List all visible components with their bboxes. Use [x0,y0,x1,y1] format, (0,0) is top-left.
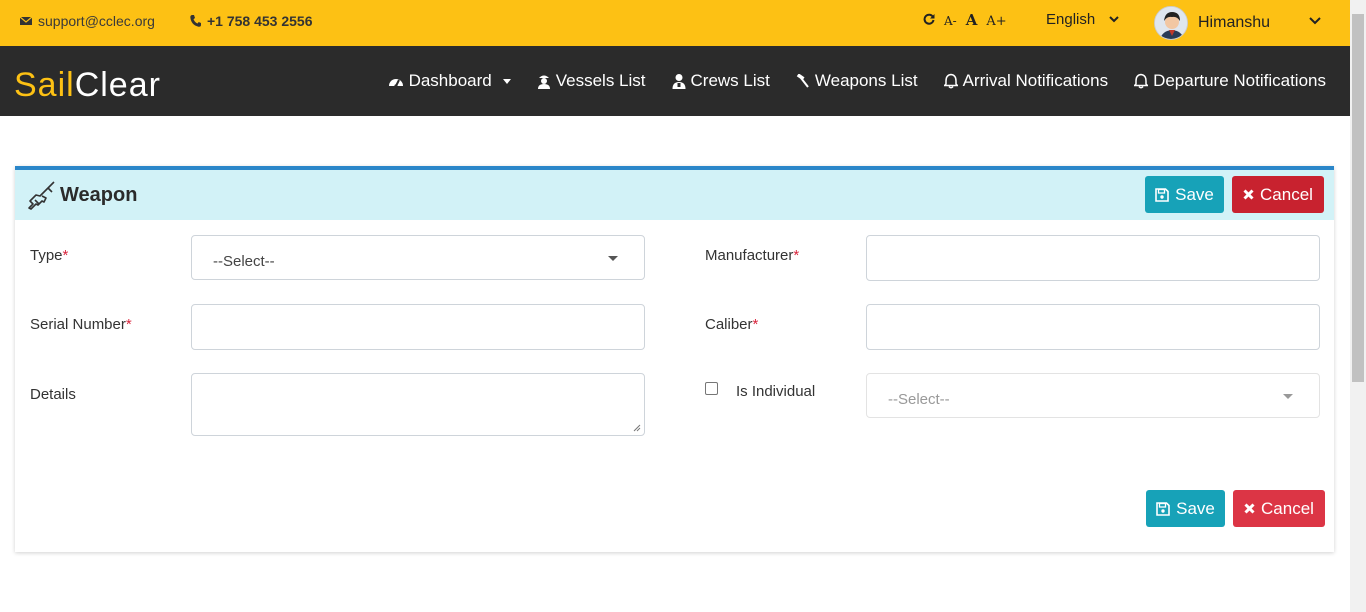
support-phone-link[interactable]: +1 758 453 2556 [190,13,313,29]
nav-menu: Dashboard Vessels List Crews List Weapon… [388,46,1326,116]
captain-icon [537,75,550,89]
logo-clear-text: Clear [74,66,161,104]
nav-item-arrival[interactable]: Arrival Notifications [943,71,1109,91]
is-individual-checkbox[interactable] [705,382,718,395]
resize-handle-icon[interactable] [633,424,641,432]
font-reset-button[interactable]: A [966,11,978,29]
font-decrease-button[interactable]: A- [944,14,957,28]
close-icon [1244,503,1255,514]
bell-icon [943,73,958,89]
username: Himanshu [1198,14,1271,31]
language-value: English [1046,11,1096,28]
caliber-input[interactable] [866,304,1320,350]
nav-label-departure: Departure Notifications [1153,71,1326,90]
bell-icon [1134,73,1149,89]
save-button[interactable]: Save [1145,176,1224,213]
nav-item-weapons[interactable]: Weapons List [796,71,918,91]
serial-number-input[interactable] [191,304,645,350]
font-increase-button[interactable]: A+ [986,14,1006,29]
weapon-form-card: Weapon Save Cancel Type* --Select-- Manu… [15,166,1334,552]
floppy-icon [1155,187,1169,202]
save-button-label: Save [1176,498,1215,518]
nav-label-arrival: Arrival Notifications [962,71,1109,90]
individual-select-value: --Select-- [888,391,950,408]
support-phone: +1 758 453 2556 [207,13,313,29]
details-textarea[interactable] [191,373,645,436]
save-button-bottom[interactable]: Save [1146,490,1225,527]
manufacturer-input[interactable] [866,235,1320,281]
logo-sail-text: Sail [14,66,75,104]
envelope-icon [20,16,32,25]
main-navbar: SailClear Dashboard Vessels List Crews L… [0,46,1350,116]
language-select[interactable]: English [1046,11,1119,28]
is-individual-label: Is Individual [736,383,816,400]
page-scrollbar[interactable] [1350,0,1366,612]
caret-down-icon [1283,394,1293,399]
nav-label-dashboard: Dashboard [408,71,492,90]
top-bar: support@cclec.org +1 758 453 2556 A- A A… [0,0,1350,46]
support-email-link[interactable]: support@cclec.org [20,13,155,29]
nav-item-vessels[interactable]: Vessels List [537,71,646,91]
nav-item-dashboard[interactable]: Dashboard [388,71,511,91]
cancel-button[interactable]: Cancel [1232,176,1324,213]
serial-number-label: Serial Number* [30,316,132,333]
type-label: Type* [30,247,69,264]
sailclear-logo[interactable]: SailClear [14,68,161,102]
nav-item-crews[interactable]: Crews List [672,71,770,91]
close-icon [1243,189,1254,200]
user-icon [672,74,686,89]
page-title: Weapon [26,180,137,210]
form-title: Weapon [60,183,138,206]
hammer-icon [796,74,809,88]
font-size-controls: A- A A+ [923,11,1007,29]
caret-down-icon [608,256,618,261]
type-select-value: --Select-- [213,253,275,270]
details-label: Details [30,386,76,403]
individual-select[interactable]: --Select-- [866,373,1320,418]
rifle-icon [28,181,55,210]
user-menu[interactable]: Himanshu [1154,6,1270,40]
phone-icon [190,15,201,27]
dashboard-icon [388,79,403,88]
support-email: support@cclec.org [38,13,155,29]
nav-item-departure[interactable]: Departure Notifications [1134,71,1326,91]
chevron-down-icon [1109,16,1119,23]
nav-label-crews: Crews List [690,71,770,90]
chevron-down-icon[interactable] [1309,17,1321,25]
avatar [1154,6,1188,40]
cancel-button-label: Cancel [1260,184,1313,204]
floppy-icon [1156,501,1170,516]
nav-label-vessels: Vessels List [555,71,646,90]
refresh-icon[interactable] [923,13,935,25]
card-header: Weapon Save Cancel [15,170,1334,220]
nav-label-weapons: Weapons List [814,71,918,90]
caliber-label: Caliber* [705,316,759,333]
manufacturer-label: Manufacturer* [705,247,800,264]
cancel-button-label: Cancel [1261,498,1314,518]
type-select[interactable]: --Select-- [191,235,645,280]
cancel-button-bottom[interactable]: Cancel [1233,490,1325,527]
save-button-label: Save [1175,184,1214,204]
caret-down-icon [502,78,511,84]
scrollbar-thumb[interactable] [1352,14,1364,382]
